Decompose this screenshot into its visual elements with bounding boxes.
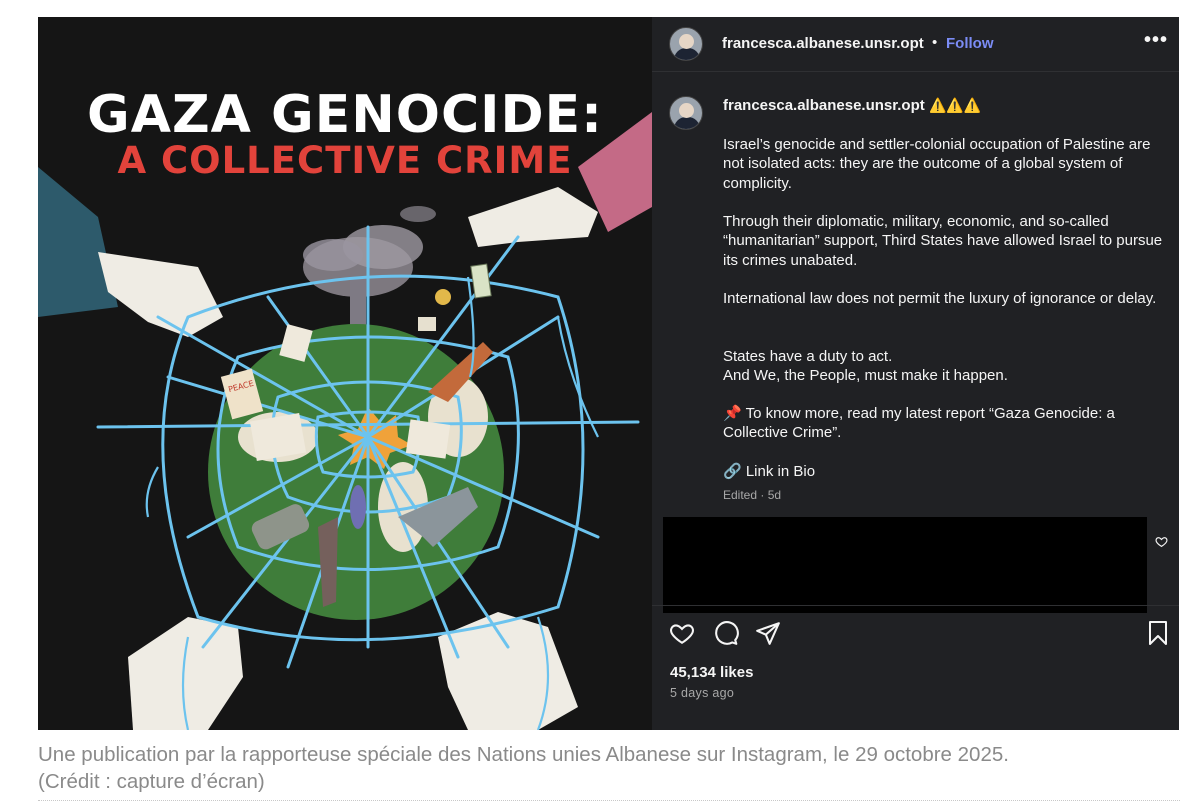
post-image[interactable]: PEACE GAZA GENOCIDE: A COLLECTIVE CRIME xyxy=(38,17,652,730)
caption-paragraph: And We, the People, must make it happen. xyxy=(723,367,1008,384)
caption-avatar[interactable] xyxy=(669,96,703,130)
comment-like-heart-icon[interactable] xyxy=(1155,535,1168,548)
caption-line: Une publication par la rapporteuse spéci… xyxy=(38,743,1009,766)
dotted-divider xyxy=(38,800,1180,801)
link-in-bio[interactable]: 🔗 Link in Bio xyxy=(723,462,1163,481)
caption-username-link[interactable]: francesca.albanese.unsr.opt xyxy=(723,97,925,114)
likes-count[interactable]: 45,134 likes xyxy=(670,664,753,681)
caption-paragraph: Through their diplomatic, military, econ… xyxy=(723,213,1163,269)
edited-timestamp: Edited · 5d xyxy=(723,488,782,502)
comment-icon[interactable] xyxy=(713,620,739,646)
bookmark-icon[interactable] xyxy=(1146,620,1170,646)
share-icon[interactable] xyxy=(755,620,781,646)
post-side-panel: francesca.albanese.unsr.opt • Follow •••… xyxy=(652,17,1179,730)
caption-credit: (Crédit : capture d’écran) xyxy=(38,770,265,793)
warning-emoji: ⚠️⚠️⚠️ xyxy=(928,97,982,113)
divider xyxy=(652,605,1179,606)
article-caption: Une publication par la rapporteuse spéci… xyxy=(38,741,1178,795)
artwork-title: GAZA GENOCIDE: xyxy=(87,85,603,145)
instagram-post-screenshot: PEACE GAZA GENOCIDE: A COLLECTIVE CRIME … xyxy=(38,17,1179,730)
username-link[interactable]: francesca.albanese.unsr.opt xyxy=(722,35,924,52)
caption-paragraph: Israel’s genocide and settler-colonial o… xyxy=(723,136,1151,192)
caption-paragraph: International law does not permit the lu… xyxy=(723,290,1157,307)
redacted-comments-area xyxy=(663,517,1147,613)
coin xyxy=(435,289,451,305)
artwork-subtitle: A COLLECTIVE CRIME xyxy=(117,139,573,182)
follow-button[interactable]: Follow xyxy=(946,35,994,52)
post-header: francesca.albanese.unsr.opt • Follow ••• xyxy=(652,17,1179,72)
separator-dot: • xyxy=(932,34,938,51)
post-timestamp[interactable]: 5 days ago xyxy=(670,686,734,700)
more-options-icon[interactable]: ••• xyxy=(1144,29,1168,52)
caption-username: francesca.albanese.unsr.opt ⚠️⚠️⚠️ xyxy=(723,97,981,114)
avatar[interactable] xyxy=(669,27,703,61)
heart-icon[interactable] xyxy=(669,620,695,646)
caption-paragraph: 📌 To know more, read my latest report “G… xyxy=(723,405,1115,442)
missile xyxy=(350,485,366,529)
caption-paragraph: States have a duty to act. xyxy=(723,348,893,365)
